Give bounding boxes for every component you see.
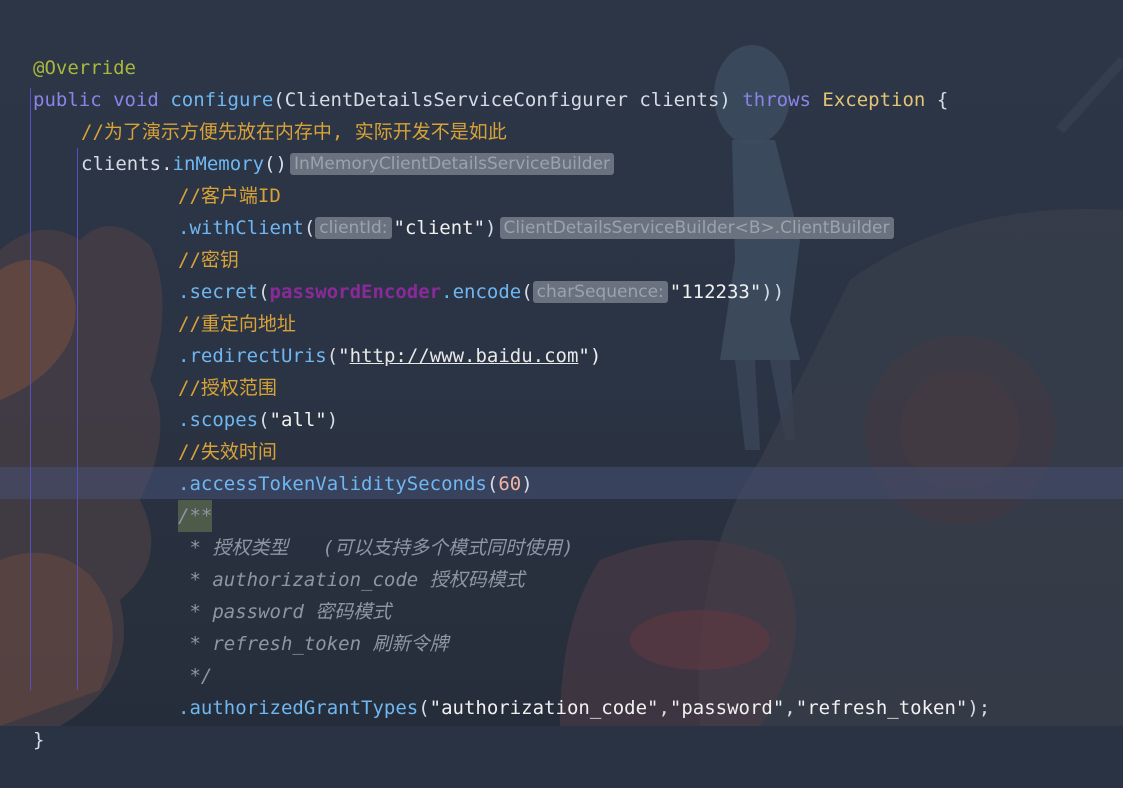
- code-line-2: public void configure(ClientDetailsServi…: [0, 52, 1123, 111]
- code-line-8: .secret(passwordEncoder.encode(charSeque…: [0, 244, 1123, 303]
- code-line-3: //为了演示方便先放在内存中, 实际开发不是如此: [0, 84, 1123, 143]
- code-line-18: * password 密码模式: [0, 564, 1123, 623]
- code-line-1: @Override: [0, 20, 1123, 79]
- code-line-19: * refresh_token 刷新令牌: [0, 596, 1123, 655]
- code-line-7: //密钥: [0, 212, 1123, 271]
- code-line-4: clients.inMemory() InMemoryClientDetailsS…: [0, 116, 1123, 175]
- code-line-22: }: [0, 692, 1123, 751]
- code-line-10: .redirectUris("http://www.baidu.com"): [0, 308, 1123, 367]
- code-line-11: //授权范围: [0, 340, 1123, 399]
- code-line-13: //失效时间: [0, 404, 1123, 463]
- code-line-6: .withClient(clientId: "client") ClientDeta…: [0, 180, 1123, 239]
- code-line-9: //重定向地址: [0, 276, 1123, 335]
- close-brace: }: [33, 729, 45, 751]
- code-line-14: .accessTokenValiditySeconds(60): [0, 436, 1123, 495]
- code-line-16: * 授权类型 (可以支持多个模式同时使用): [0, 500, 1123, 559]
- code-line-20: */: [0, 628, 1123, 687]
- code-line-12: .scopes("all"): [0, 372, 1123, 431]
- code-line-21: .authorizedGrantTypes("authorization_cod…: [0, 660, 1123, 719]
- code-line-5: //客户端ID: [0, 148, 1123, 207]
- code-line-17: * authorization_code 授权码模式: [0, 532, 1123, 591]
- code-line-15: /**: [0, 468, 1123, 532]
- code-editor[interactable]: @Override public void configure(ClientDe…: [0, 0, 1123, 751]
